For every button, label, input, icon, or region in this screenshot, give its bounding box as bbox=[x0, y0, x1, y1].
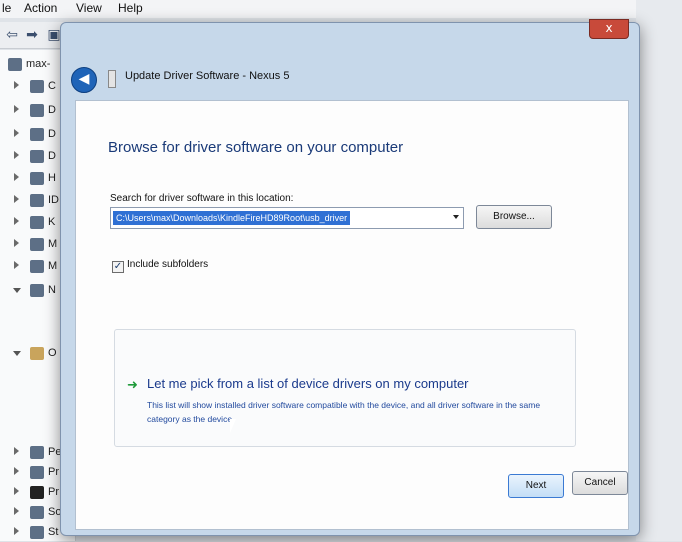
mouse-cursor-icon bbox=[230, 419, 236, 433]
tree-item-label: H bbox=[48, 172, 56, 184]
expand-icon[interactable] bbox=[14, 261, 19, 269]
search-location-label: Search for driver software in this locat… bbox=[110, 193, 294, 204]
tree-item-label: D bbox=[48, 128, 56, 140]
expand-icon[interactable] bbox=[14, 527, 19, 535]
computer-icon bbox=[8, 58, 22, 71]
device-icon bbox=[30, 260, 44, 273]
tree-item-label: K bbox=[48, 216, 56, 228]
close-button[interactable]: x bbox=[589, 19, 629, 39]
pick-from-list-option[interactable]: ➜ Let me pick from a list of device driv… bbox=[114, 329, 576, 447]
collapse-icon[interactable] bbox=[13, 288, 21, 293]
tree-item-label: ID bbox=[48, 194, 59, 206]
tree-item-label: N bbox=[48, 284, 56, 296]
device-icon bbox=[30, 347, 44, 360]
background-window bbox=[636, 0, 682, 541]
expand-icon[interactable] bbox=[14, 447, 19, 455]
expand-icon[interactable] bbox=[14, 81, 19, 89]
update-driver-dialog: x ◀ Update Driver Software - Nexus 5 Bro… bbox=[60, 19, 640, 536]
driver-path-value[interactable]: C:\Users\max\Downloads\KindleFireHD89Roo… bbox=[113, 211, 351, 225]
back-icon[interactable]: ⇦ bbox=[2, 26, 22, 44]
device-icon bbox=[30, 216, 44, 229]
dialog-title: Update Driver Software - Nexus 5 bbox=[125, 70, 290, 82]
pick-from-list-description: This list will show installed driver sof… bbox=[147, 400, 541, 424]
device-icon bbox=[30, 80, 44, 93]
forward-icon[interactable]: ➡ bbox=[22, 26, 42, 44]
device-icon bbox=[30, 486, 44, 499]
tree-item-label: St bbox=[48, 526, 59, 538]
device-icon bbox=[30, 194, 44, 207]
menu-help[interactable]: Help bbox=[118, 1, 143, 15]
page-heading: Browse for driver software on your compu… bbox=[108, 139, 404, 156]
back-button[interactable]: ◀ bbox=[71, 67, 97, 93]
driver-path-combobox[interactable]: C:\Users\max\Downloads\KindleFireHD89Roo… bbox=[110, 207, 464, 229]
tree-item-label: D bbox=[48, 104, 56, 116]
expand-icon[interactable] bbox=[14, 507, 19, 515]
tree-root-label: max- bbox=[26, 58, 51, 70]
device-icon bbox=[30, 506, 44, 519]
next-button[interactable]: Next bbox=[508, 474, 564, 498]
pick-from-list-link[interactable]: Let me pick from a list of device driver… bbox=[147, 376, 469, 391]
expand-icon[interactable] bbox=[14, 129, 19, 137]
expand-icon[interactable] bbox=[14, 487, 19, 495]
expand-icon[interactable] bbox=[14, 239, 19, 247]
tree-item-label: Pr bbox=[48, 466, 59, 478]
device-icon bbox=[30, 128, 44, 141]
dialog-content: Browse for driver software on your compu… bbox=[75, 100, 629, 530]
device-icon bbox=[30, 466, 44, 479]
menu-file[interactable]: le bbox=[2, 1, 11, 15]
expand-icon[interactable] bbox=[14, 467, 19, 475]
expand-icon[interactable] bbox=[14, 105, 19, 113]
device-icon bbox=[30, 446, 44, 459]
device-icon bbox=[30, 172, 44, 185]
tree-item-label: M bbox=[48, 260, 58, 272]
expand-icon[interactable] bbox=[14, 173, 19, 181]
tree-item-label: M bbox=[48, 238, 58, 250]
back-arrow-icon: ◀ bbox=[78, 71, 90, 87]
device-icon bbox=[30, 526, 44, 539]
tree-item-label: O bbox=[48, 347, 57, 359]
tree-item-label: C bbox=[48, 80, 56, 92]
chevron-down-icon[interactable] bbox=[453, 215, 459, 219]
device-icon bbox=[30, 150, 44, 163]
expand-icon[interactable] bbox=[14, 151, 19, 159]
expand-icon[interactable] bbox=[14, 217, 19, 225]
menu-bar: le Action View Help bbox=[0, 0, 682, 18]
tree-item-label: D bbox=[48, 150, 56, 162]
menu-action[interactable]: Action bbox=[24, 1, 57, 15]
usb-device-icon bbox=[108, 70, 116, 88]
browse-button[interactable]: Browse... bbox=[476, 205, 552, 229]
cancel-button[interactable]: Cancel bbox=[572, 471, 628, 495]
include-subfolders-label[interactable]: Include subfolders bbox=[127, 259, 208, 270]
device-icon bbox=[30, 238, 44, 251]
tree-item-label: Pr bbox=[48, 486, 59, 498]
menu-view[interactable]: View bbox=[76, 1, 102, 15]
device-icon bbox=[30, 284, 44, 297]
green-arrow-icon: ➜ bbox=[127, 378, 138, 393]
collapse-icon[interactable] bbox=[13, 351, 21, 356]
include-subfolders-checkbox[interactable]: ✓ bbox=[112, 261, 124, 273]
expand-icon[interactable] bbox=[14, 195, 19, 203]
device-icon bbox=[30, 104, 44, 117]
